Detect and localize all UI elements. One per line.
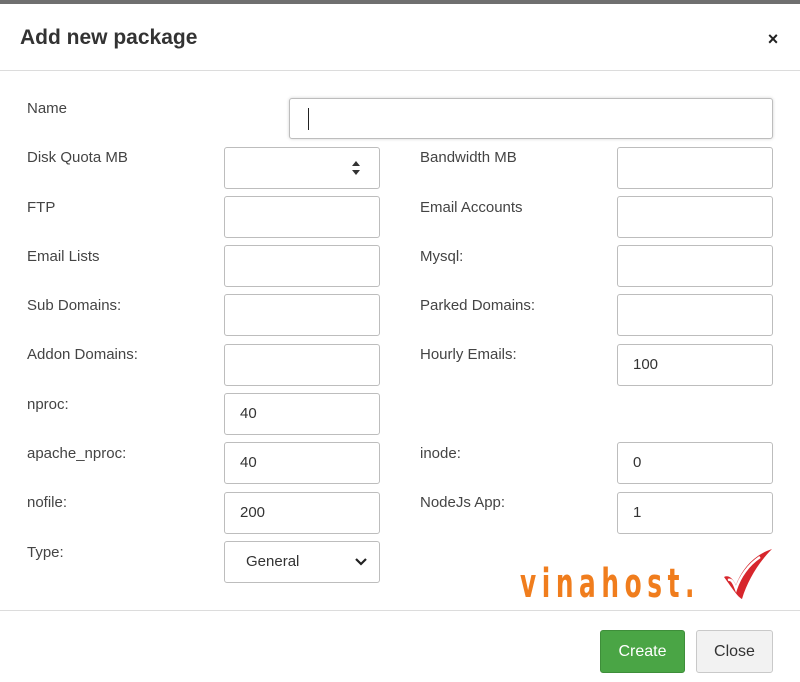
ftp-input[interactable] bbox=[224, 196, 380, 238]
close-icon[interactable]: × bbox=[760, 26, 786, 52]
nodejs-app-input[interactable]: 1 bbox=[617, 492, 773, 534]
type-label: Type: bbox=[27, 544, 64, 561]
nproc-value: 40 bbox=[240, 405, 257, 422]
addon-domains-input[interactable] bbox=[224, 344, 380, 386]
parked-domains-input[interactable] bbox=[617, 294, 773, 336]
apache-nproc-label: apache_nproc: bbox=[27, 445, 127, 462]
email-accounts-input[interactable] bbox=[617, 196, 773, 238]
vinahost-watermark-logo: vinahost. bbox=[520, 547, 780, 609]
name-label: Name bbox=[27, 100, 68, 117]
inode-input[interactable]: 0 bbox=[617, 442, 773, 484]
nproc-label: nproc: bbox=[27, 396, 69, 413]
apache-nproc-value: 40 bbox=[240, 454, 257, 471]
dialog-footer: Create Close bbox=[0, 610, 800, 682]
hourly-emails-value: 100 bbox=[633, 356, 659, 373]
bandwidth-input[interactable] bbox=[617, 147, 773, 189]
chevron-down-icon bbox=[355, 558, 367, 566]
hourly-emails-label: Hourly Emails: bbox=[420, 346, 517, 363]
parked-domains-label: Parked Domains: bbox=[420, 297, 536, 314]
add-package-dialog: Add new package × Name Disk Quota MB Ban… bbox=[0, 4, 800, 681]
ftp-label: FTP bbox=[27, 199, 56, 216]
inode-value: 0 bbox=[633, 454, 642, 471]
addon-domains-label: Addon Domains: bbox=[27, 346, 138, 363]
email-lists-input[interactable] bbox=[224, 245, 380, 287]
nodejs-app-label: NodeJs App: bbox=[420, 494, 506, 511]
nodejs-app-value: 1 bbox=[633, 504, 642, 521]
hourly-emails-input[interactable]: 100 bbox=[617, 344, 773, 386]
nofile-value: 200 bbox=[240, 504, 266, 521]
nproc-input[interactable]: 40 bbox=[224, 393, 380, 435]
watermark-text: vinahost. bbox=[520, 561, 701, 607]
sub-domains-input[interactable] bbox=[224, 294, 380, 336]
text-caret bbox=[308, 108, 309, 130]
number-spinner-icon[interactable] bbox=[351, 160, 361, 176]
name-input[interactable] bbox=[289, 98, 773, 139]
nofile-input[interactable]: 200 bbox=[224, 492, 380, 534]
dialog-header: Add new package × bbox=[0, 4, 800, 71]
close-button[interactable]: Close bbox=[696, 630, 773, 673]
apache-nproc-input[interactable]: 40 bbox=[224, 442, 380, 484]
mysql-input[interactable] bbox=[617, 245, 773, 287]
dialog-title: Add new package bbox=[20, 26, 198, 49]
email-accounts-label: Email Accounts bbox=[420, 199, 523, 216]
bandwidth-label: Bandwidth MB bbox=[420, 149, 517, 166]
disk-quota-label: Disk Quota MB bbox=[27, 149, 128, 166]
create-button[interactable]: Create bbox=[600, 630, 685, 673]
type-selected-value: General bbox=[246, 553, 300, 570]
type-select[interactable]: General bbox=[224, 541, 380, 583]
disk-quota-input[interactable] bbox=[224, 147, 380, 189]
inode-label: inode: bbox=[420, 445, 461, 462]
sub-domains-label: Sub Domains: bbox=[27, 297, 122, 314]
checkmark-logo-icon bbox=[724, 549, 772, 599]
mysql-label: Mysql: bbox=[420, 248, 464, 265]
nofile-label: nofile: bbox=[27, 494, 68, 511]
email-lists-label: Email Lists bbox=[27, 248, 100, 265]
